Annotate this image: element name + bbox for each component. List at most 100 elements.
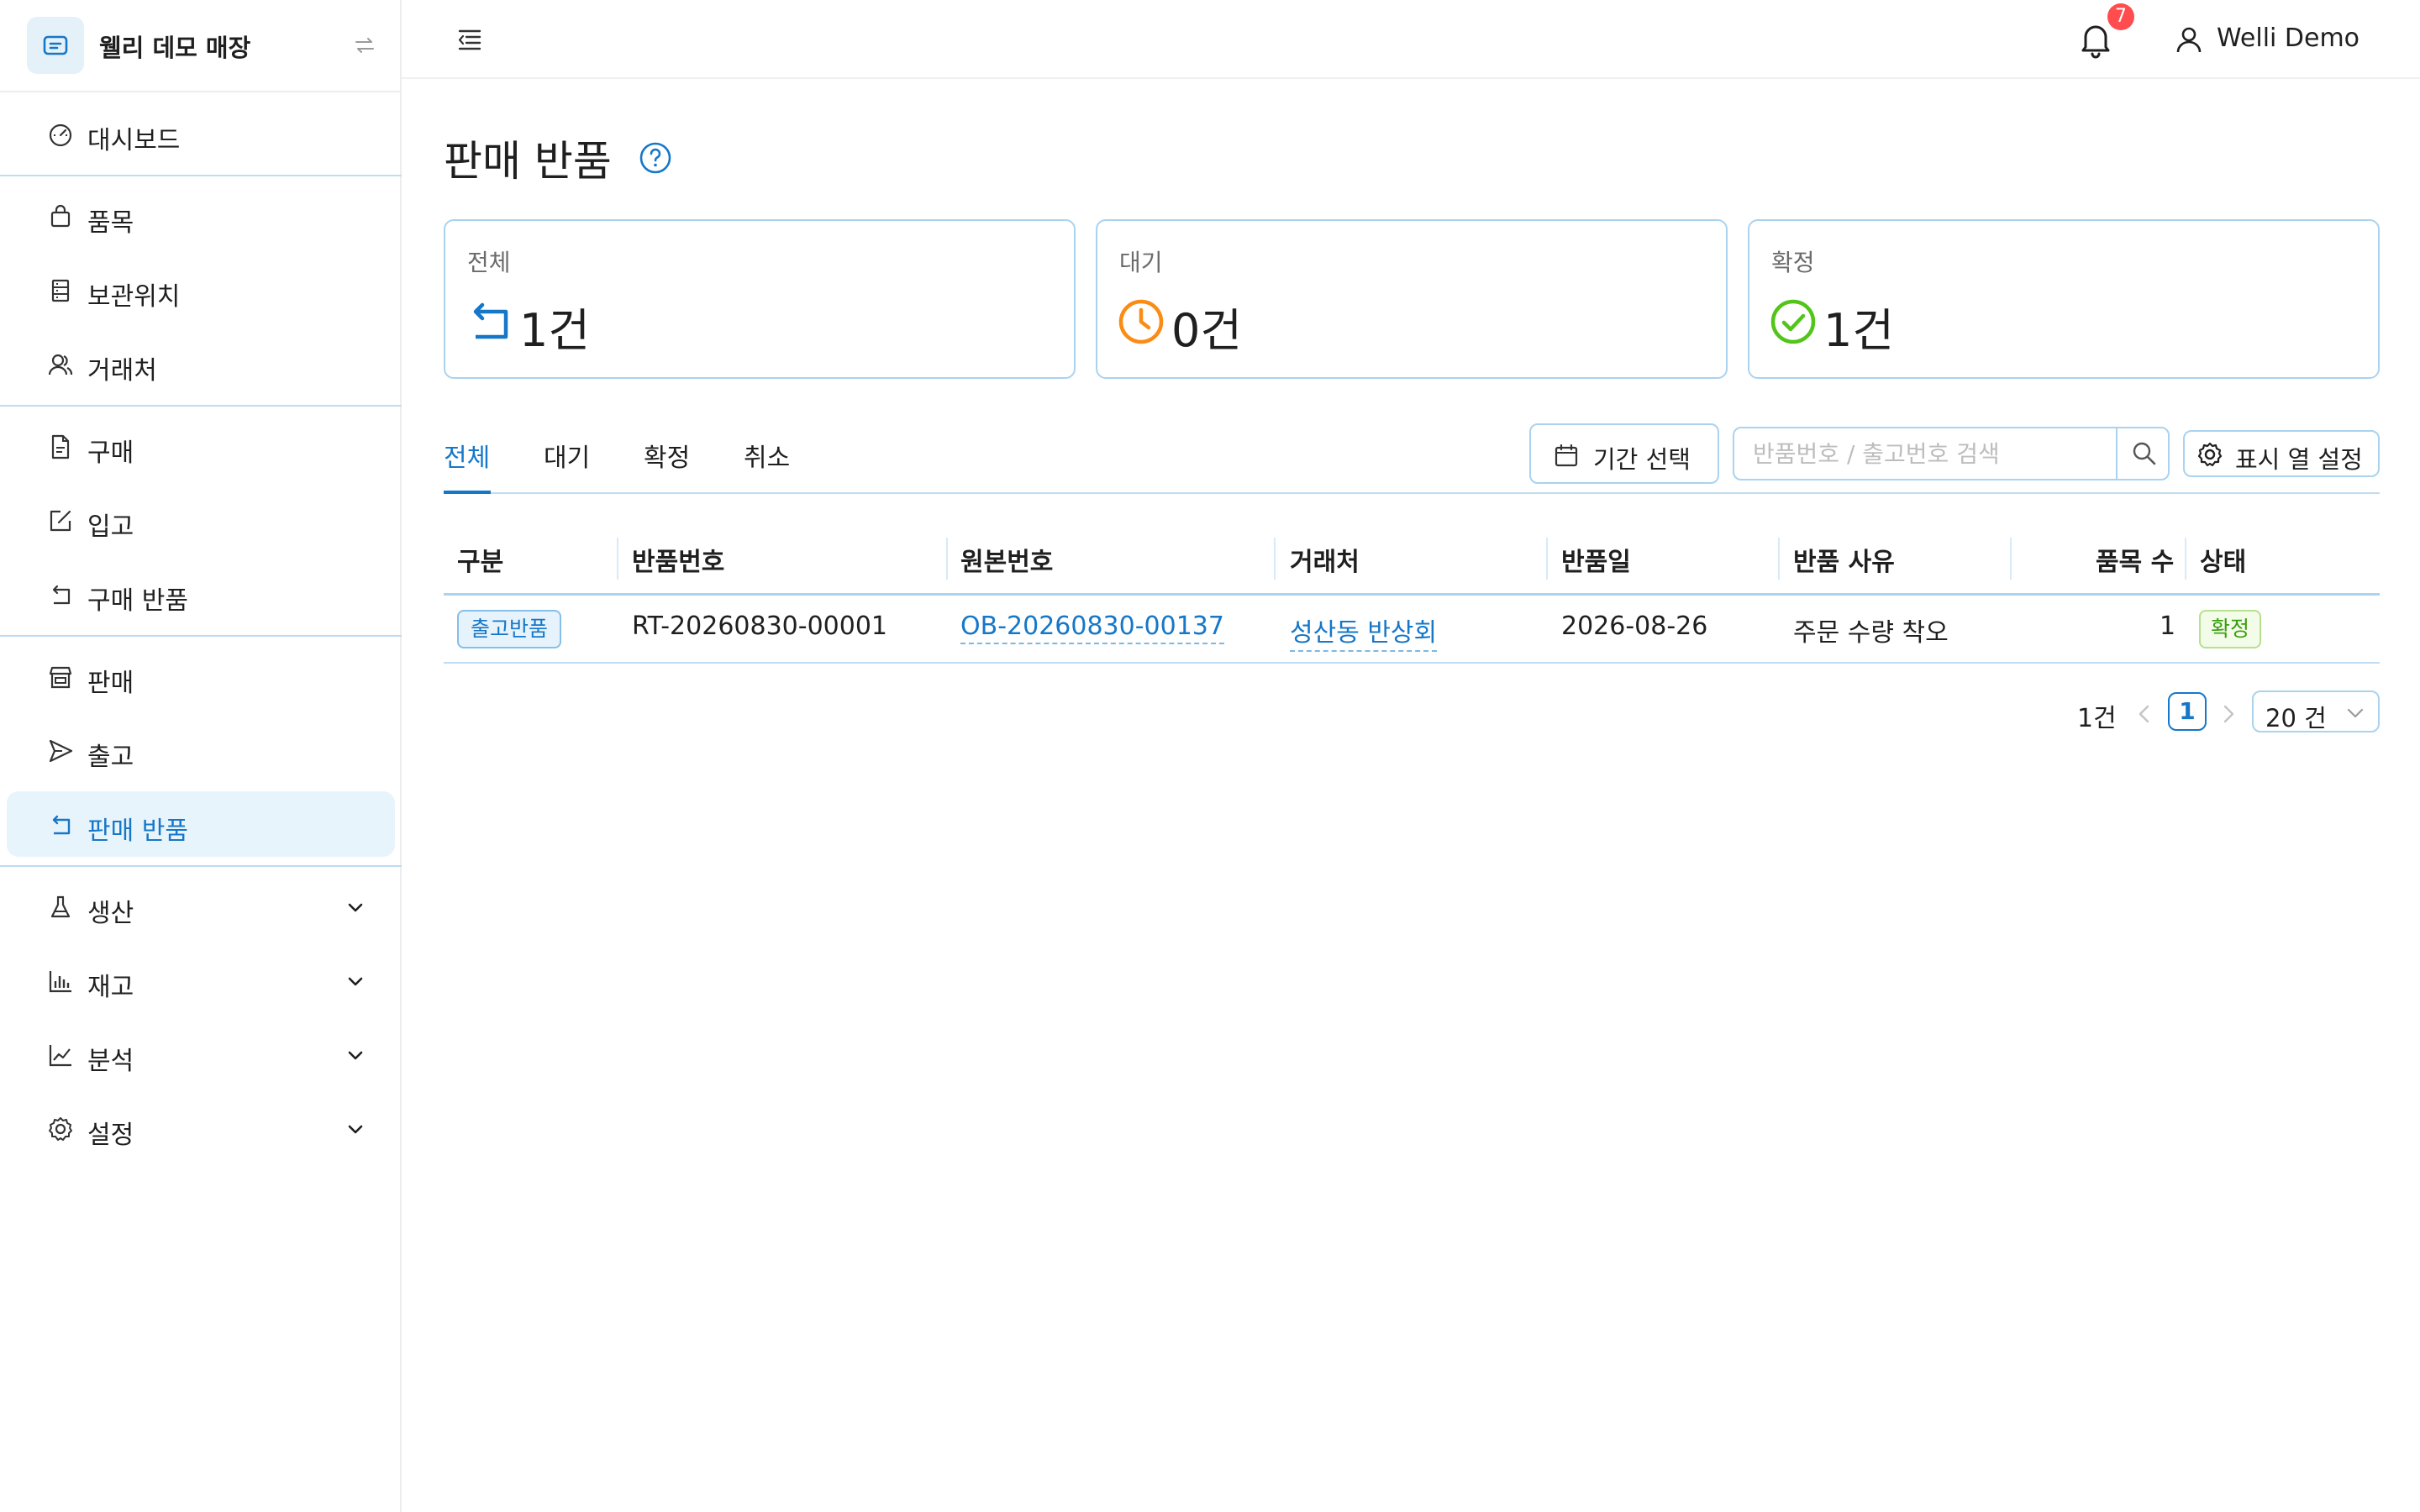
top-header: 7 Welli Demo bbox=[402, 0, 2420, 79]
column-separator bbox=[1546, 538, 1548, 580]
menu-collapse-icon[interactable] bbox=[455, 25, 484, 54]
nav-divider bbox=[0, 175, 402, 176]
chevron-down-icon[interactable] bbox=[345, 970, 366, 992]
column-separator bbox=[946, 538, 948, 580]
nav-divider bbox=[0, 405, 402, 407]
users-icon bbox=[48, 354, 73, 375]
sidebar-item-storage[interactable]: 보관위치 bbox=[7, 257, 395, 323]
chevron-left-icon[interactable] bbox=[2131, 701, 2158, 727]
column-header-origin-no[interactable]: 원본번호 bbox=[960, 541, 1053, 578]
sidebar-item-label: 설정 bbox=[87, 1121, 134, 1150]
column-settings-button[interactable]: 표시 열 설정 bbox=[2183, 430, 2380, 477]
gear-icon bbox=[49, 1117, 72, 1141]
sidebar-item-purchase-return[interactable]: 구매 반품 bbox=[7, 561, 395, 627]
sidebar-item-outbound[interactable]: 출고 bbox=[7, 717, 395, 783]
send-icon bbox=[49, 739, 73, 763]
sidebar-item-sales-return[interactable]: 판매 반품 bbox=[7, 791, 395, 857]
tab-cancelled[interactable]: 취소 bbox=[744, 437, 790, 494]
user-icon[interactable] bbox=[2175, 25, 2203, 54]
chevron-down-icon[interactable] bbox=[345, 1118, 366, 1140]
store-icon bbox=[49, 666, 72, 689]
sidebar-item-label: 입고 bbox=[87, 512, 134, 542]
sidebar-item-analytics[interactable]: 분석 bbox=[7, 1021, 395, 1087]
sidebar-item-dashboard[interactable]: 대시보드 bbox=[7, 101, 395, 166]
sidebar-item-label: 출고 bbox=[87, 743, 134, 772]
page-title: 판매 반품 bbox=[444, 137, 612, 186]
column-separator bbox=[1274, 538, 1276, 580]
column-header-status[interactable]: 상태 bbox=[2200, 541, 2246, 578]
tab-all[interactable]: 전체 bbox=[444, 437, 490, 494]
sidebar-item-label: 재고 bbox=[87, 973, 134, 1002]
sidebar-item-inventory[interactable]: 재고 bbox=[7, 948, 395, 1013]
sidebar-item-label: 판매 bbox=[87, 669, 134, 698]
bell-icon[interactable] bbox=[2077, 20, 2114, 59]
chevron-down-icon[interactable] bbox=[345, 1044, 366, 1066]
sidebar-item-label: 구매 bbox=[87, 438, 134, 468]
page-size-select[interactable]: 20 건 bbox=[2252, 690, 2380, 732]
stat-card-confirmed: 확정 1건 bbox=[1748, 219, 2380, 379]
column-header-partner[interactable]: 거래처 bbox=[1290, 541, 1360, 578]
return-date: 2026-08-26 bbox=[1561, 612, 1708, 641]
sidebar-item-inbound[interactable]: 입고 bbox=[7, 487, 395, 553]
type-tag: 출고반품 bbox=[457, 610, 562, 648]
return-arrow-icon bbox=[473, 302, 508, 339]
column-header-reason[interactable]: 반품 사유 bbox=[1793, 541, 1895, 578]
table-header-divider bbox=[444, 593, 2380, 596]
active-tab-indicator bbox=[444, 491, 491, 494]
sidebar-item-partners[interactable]: 거래처 bbox=[7, 331, 395, 396]
column-separator bbox=[1778, 538, 1780, 580]
stat-label: 확정 bbox=[1771, 249, 1815, 276]
chevron-down-icon bbox=[2347, 708, 2364, 718]
origin-number-link[interactable]: OB-20260830-00137 bbox=[960, 612, 1224, 644]
stat-value: 0건 bbox=[1171, 304, 1243, 357]
user-name[interactable]: Welli Demo bbox=[2217, 24, 2360, 53]
shopping-bag-icon bbox=[50, 204, 71, 228]
check-circle-icon bbox=[1770, 299, 1816, 344]
app-root: 웰리 데모 매장 대시보드 품목 보관위치 거래처 구매 입고 구매 반품 판매… bbox=[0, 0, 2420, 1512]
column-header-return-no[interactable]: 반품번호 bbox=[632, 541, 724, 578]
return-reason: 주문 수량 착오 bbox=[1793, 618, 1949, 648]
return-arrow-icon bbox=[52, 585, 71, 605]
chevron-down-icon[interactable] bbox=[345, 896, 366, 918]
page-number-current[interactable]: 1 bbox=[2168, 692, 2207, 731]
store-name: 웰리 데모 매장 bbox=[99, 34, 251, 62]
date-range-button[interactable]: 기간 선택 bbox=[1529, 423, 1719, 484]
search-icon bbox=[2133, 442, 2156, 465]
sidebar-item-label: 보관위치 bbox=[87, 282, 181, 312]
sidebar-item-label: 생산 bbox=[87, 899, 134, 928]
clock-icon bbox=[1118, 299, 1164, 344]
nav-divider bbox=[0, 865, 402, 867]
stat-card-total: 전체 1건 bbox=[444, 219, 1076, 379]
column-header-item-count[interactable]: 품목 수 bbox=[2096, 541, 2174, 578]
pagination-total: 1건 bbox=[2077, 704, 2117, 733]
gear-icon bbox=[2197, 442, 2223, 467]
sidebar-item-items[interactable]: 품목 bbox=[7, 183, 395, 249]
column-header-return-date[interactable]: 반품일 bbox=[1561, 541, 1631, 578]
stat-label: 대기 bbox=[1119, 249, 1163, 276]
sidebar-item-purchase[interactable]: 구매 bbox=[7, 413, 395, 479]
store-header: 웰리 데모 매장 bbox=[0, 0, 402, 92]
date-range-label: 기간 선택 bbox=[1593, 445, 1691, 474]
status-badge: 확정 bbox=[2199, 610, 2262, 648]
tab-confirmed[interactable]: 확정 bbox=[644, 437, 690, 494]
sidebar-item-label: 구매 반품 bbox=[87, 586, 188, 616]
calendar-icon bbox=[1555, 444, 1578, 467]
sidebar-item-settings[interactable]: 설정 bbox=[7, 1095, 395, 1161]
tab-pending[interactable]: 대기 bbox=[544, 437, 590, 494]
help-icon[interactable] bbox=[639, 141, 672, 175]
stat-value: 1건 bbox=[519, 304, 591, 357]
sidebar-item-production[interactable]: 생산 bbox=[7, 874, 395, 939]
sidebar: 웰리 데모 매장 대시보드 품목 보관위치 거래처 구매 입고 구매 반품 판매… bbox=[0, 0, 402, 1512]
sidebar-item-label: 분석 bbox=[87, 1047, 134, 1076]
chevron-right-icon[interactable] bbox=[2215, 701, 2242, 727]
search-box bbox=[1733, 427, 2170, 480]
sidebar-item-label: 거래처 bbox=[87, 356, 157, 386]
search-button[interactable] bbox=[2116, 428, 2168, 479]
stat-value: 1건 bbox=[1823, 304, 1895, 357]
search-input[interactable] bbox=[1734, 428, 2116, 479]
partner-link[interactable]: 성산동 반상회 bbox=[1290, 612, 1438, 652]
switch-store-icon[interactable] bbox=[353, 34, 376, 57]
nav-divider bbox=[0, 635, 402, 637]
column-header-type[interactable]: 구분 bbox=[457, 541, 503, 578]
sidebar-item-sales[interactable]: 판매 bbox=[7, 643, 395, 709]
